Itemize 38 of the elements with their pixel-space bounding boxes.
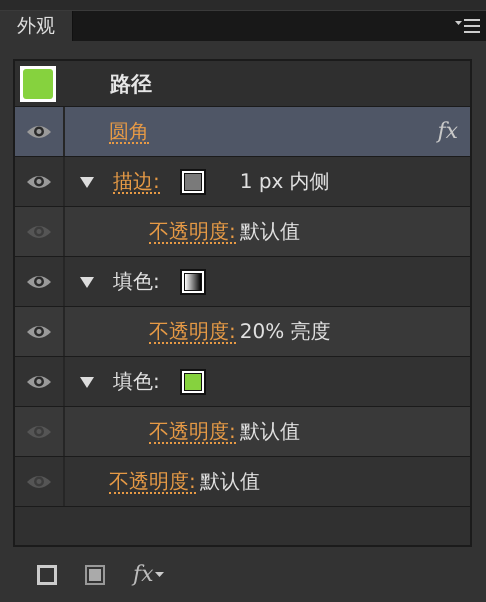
disclosure-triangle-icon[interactable] <box>79 274 95 288</box>
color-swatch[interactable] <box>180 268 206 294</box>
color-swatch[interactable] <box>180 368 206 394</box>
add-stroke-icon[interactable] <box>37 564 57 584</box>
appearance-row[interactable]: 不透明度: 默认值 <box>15 457 470 507</box>
appearance-row[interactable]: 不透明度: 默认值 <box>15 207 470 257</box>
attribute-label: 填色: <box>113 268 160 295</box>
attribute-value: 默认值 <box>240 418 300 445</box>
attribute-value: 1 px 内侧 <box>240 168 330 195</box>
eye-icon[interactable] <box>26 324 52 340</box>
add-fill-icon[interactable] <box>85 564 105 584</box>
eye-icon[interactable] <box>26 174 52 190</box>
appearance-row[interactable]: 不透明度: 20% 亮度 <box>15 307 470 357</box>
effects-menu-button[interactable]: fx <box>133 562 164 587</box>
attribute-link[interactable]: 不透明度: <box>149 220 236 244</box>
attribute-link[interactable]: 不透明度: <box>149 420 236 444</box>
appearance-row[interactable]: 描边: 1 px 内侧 <box>15 157 470 207</box>
attribute-value: 20% 亮度 <box>240 318 331 345</box>
panel-tab[interactable]: 外观 <box>0 11 73 41</box>
appearance-row[interactable]: 填色: <box>15 257 470 307</box>
fx-badge[interactable]: fx <box>437 119 458 144</box>
disclosure-triangle-icon[interactable] <box>79 374 95 388</box>
attribute-link[interactable]: 不透明度: <box>109 470 196 494</box>
appearance-row[interactable]: 不透明度: 默认值 <box>15 407 470 457</box>
eye-icon[interactable] <box>26 374 52 390</box>
appearance-row[interactable]: 圆角 fx <box>15 107 470 157</box>
attribute-label: 填色: <box>113 368 160 395</box>
eye-icon[interactable] <box>26 124 52 140</box>
appearance-row[interactable]: 填色: <box>15 357 470 407</box>
disclosure-triangle-icon[interactable] <box>79 174 95 188</box>
attribute-value: 默认值 <box>240 218 300 245</box>
caret-icon[interactable] <box>154 572 164 577</box>
attribute-link[interactable]: 不透明度: <box>149 320 236 344</box>
object-type-label: 路径 <box>110 70 152 98</box>
eye-icon[interactable] <box>26 274 52 290</box>
attribute-link[interactable]: 描边: <box>113 170 160 194</box>
attribute-value: 默认值 <box>200 468 260 495</box>
color-swatch[interactable] <box>180 168 206 194</box>
